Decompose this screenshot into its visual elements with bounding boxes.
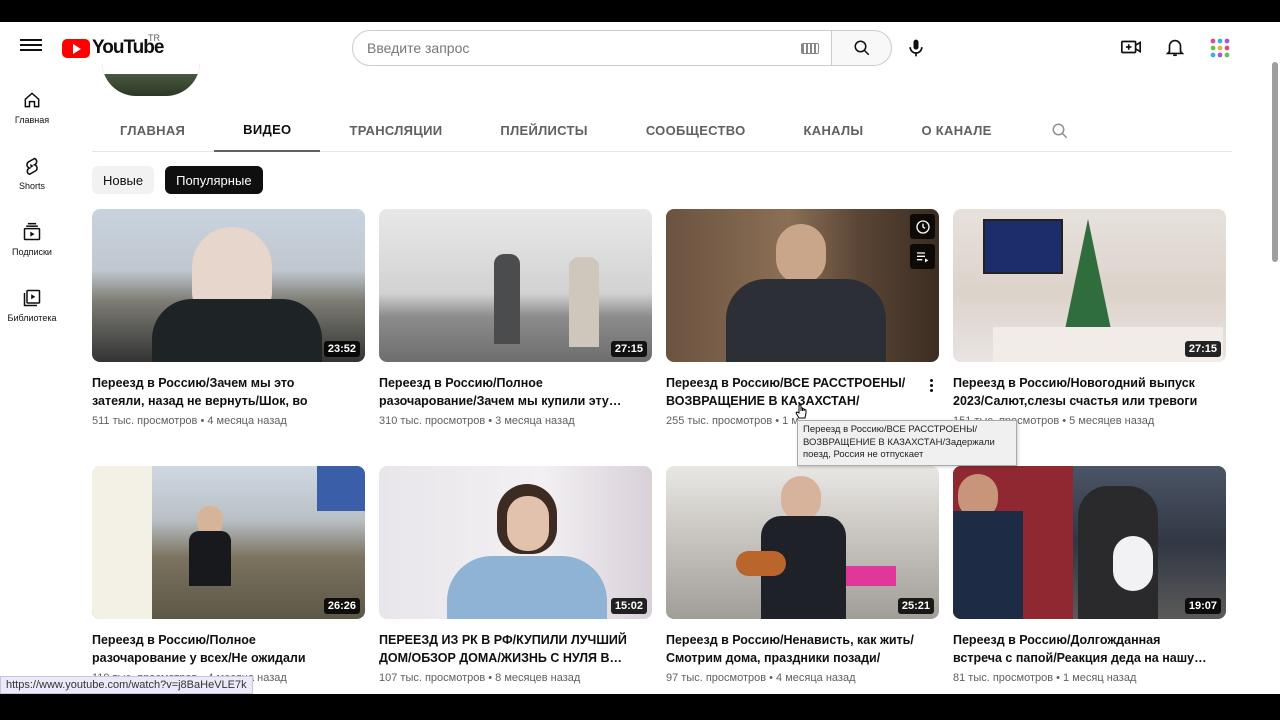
channel-search-icon[interactable]	[1051, 122, 1069, 140]
header-actions	[1120, 36, 1232, 60]
video-duration: 27:15	[1184, 341, 1221, 357]
sidebar-item-subscriptions[interactable]: Подписки	[0, 206, 64, 272]
video-card[interactable]: Переезд в Россию/ВСЕ РАССТРОЕНЫ/ ВОЗВРАЩ…	[666, 209, 939, 427]
video-meta: 310 тыс. просмотров • 3 месяца назад	[379, 415, 575, 427]
shorts-icon	[26, 157, 38, 175]
video-duration: 26:26	[323, 598, 360, 614]
video-thumbnail[interactable]: 19:07	[953, 466, 1226, 619]
sidebar-item-label: Главная	[14, 114, 50, 125]
subscriptions-icon	[23, 222, 41, 240]
video-card[interactable]: 27:15 Переезд в Россию/Полное разочарова…	[379, 209, 652, 427]
video-card[interactable]: 26:26 Переезд в Россию/Полное разочарова…	[92, 466, 365, 684]
chip-newest[interactable]: Новые	[92, 166, 155, 194]
video-duration: 15:02	[610, 598, 647, 614]
video-card[interactable]: 23:52 Переезд в Россию/Зачем мы это зате…	[92, 209, 365, 427]
video-title[interactable]: Переезд в Россию/Ненависть, как жить/ См…	[666, 631, 924, 667]
channel-tabs: ГЛАВНАЯ ВИДЕО ТРАНСЛЯЦИИ ПЛЕЙЛИСТЫ СООБЩ…	[92, 110, 1232, 152]
video-thumbnail[interactable]	[666, 209, 939, 362]
youtube-logo[interactable]: YouTube TR	[62, 33, 164, 59]
notifications-bell-icon[interactable]	[1164, 36, 1186, 58]
video-card[interactable]: 25:21 Переезд в Россию/Ненависть, как жи…	[666, 466, 939, 684]
video-title[interactable]: ПЕРЕЕЗД ИЗ РК В РФ/КУПИЛИ ЛУЧШИЙ ДОМ/ОБЗ…	[379, 631, 637, 667]
video-card[interactable]: 19:07 Переезд в Россию/Долгожданная встр…	[953, 466, 1226, 684]
sidebar-item-label: Shorts	[18, 180, 45, 191]
video-thumbnail[interactable]: 27:15	[953, 209, 1226, 362]
sort-chips: Новые Популярные	[92, 166, 263, 194]
create-video-icon[interactable]	[1120, 36, 1142, 58]
mini-guide: Главная Shorts Подписки Библиотека	[0, 74, 64, 338]
more-actions-icon[interactable]	[930, 377, 934, 394]
video-title[interactable]: Переезд в Россию/Полное разочарование/За…	[379, 374, 637, 410]
video-thumbnail[interactable]: 23:52	[92, 209, 365, 362]
chip-popular[interactable]: Популярные	[165, 166, 263, 194]
tab-live[interactable]: ТРАНСЛЯЦИИ	[320, 110, 471, 152]
video-meta: 97 тыс. просмотров • 4 месяца назад	[666, 672, 856, 684]
video-thumbnail[interactable]: 25:21	[666, 466, 939, 619]
video-meta: 107 тыс. просмотров • 8 месяцев назад	[379, 672, 581, 684]
video-title[interactable]: Переезд в Россию/Долгожданная встреча с …	[953, 631, 1211, 667]
video-duration: 23:52	[323, 341, 360, 357]
search-box	[352, 30, 832, 66]
microphone-icon	[909, 39, 923, 57]
channel-avatar[interactable]	[102, 62, 200, 96]
library-icon	[23, 289, 41, 306]
tab-home[interactable]: ГЛАВНАЯ	[92, 110, 214, 152]
tab-about[interactable]: О КАНАЛЕ	[892, 110, 1020, 152]
video-thumbnail[interactable]: 27:15	[379, 209, 652, 362]
keyboard-icon[interactable]	[801, 42, 819, 54]
sidebar-item-label: Подписки	[12, 246, 52, 257]
video-title[interactable]: Переезд в Россию/Зачем мы это затеяли, н…	[92, 374, 350, 410]
account-avatar-icon[interactable]	[1208, 36, 1232, 60]
search-button[interactable]	[832, 30, 892, 66]
sidebar-item-label: Библиотека	[7, 312, 57, 323]
tab-channels[interactable]: КАНАЛЫ	[775, 110, 893, 152]
video-duration: 27:15	[610, 341, 647, 357]
browser-viewport: YouTube TR Главна	[0, 22, 1280, 694]
link-status-url: https://www.youtube.com/watch?v=j8BaHeVL…	[0, 676, 253, 694]
tab-playlists[interactable]: ПЛЕЙЛИСТЫ	[471, 110, 616, 152]
title-tooltip: Переезд в Россию/ВСЕ РАССТРОЕНЫ/ ВОЗВРАЩ…	[797, 420, 1017, 466]
play-logo-icon	[62, 38, 90, 58]
watch-later-icon[interactable]	[910, 214, 935, 239]
tab-community[interactable]: СООБЩЕСТВО	[617, 110, 775, 152]
search-input[interactable]	[367, 40, 801, 56]
sidebar-item-library[interactable]: Библиотека	[0, 272, 64, 338]
sidebar-item-home[interactable]: Главная	[0, 74, 64, 140]
video-card[interactable]: 15:02 ПЕРЕЕЗД ИЗ РК В РФ/КУПИЛИ ЛУЧШИЙ Д…	[379, 466, 652, 684]
video-thumbnail[interactable]: 26:26	[92, 466, 365, 619]
video-meta: 511 тыс. просмотров • 4 месяца назад	[92, 415, 287, 427]
thumbnail-hover-actions	[910, 214, 935, 269]
mouse-pointer-icon	[795, 404, 807, 419]
search-icon	[854, 40, 869, 56]
sidebar-item-shorts[interactable]: Shorts	[0, 140, 64, 206]
video-duration: 19:07	[1184, 598, 1221, 614]
voice-search-button[interactable]	[906, 38, 926, 63]
scrollbar-thumb[interactable]	[1272, 62, 1278, 262]
add-to-queue-icon[interactable]	[910, 244, 935, 269]
home-icon	[24, 91, 40, 107]
search-bar	[352, 30, 892, 66]
video-duration: 25:21	[897, 598, 934, 614]
menu-icon[interactable]	[20, 36, 42, 58]
video-title[interactable]: Переезд в Россию/Новогодний выпуск 2023/…	[953, 374, 1211, 410]
video-card[interactable]: 27:15 Переезд в Россию/Новогодний выпуск…	[953, 209, 1226, 427]
video-title[interactable]: Переезд в Россию/Полное разочарование у …	[92, 631, 350, 667]
video-thumbnail[interactable]: 15:02	[379, 466, 652, 619]
tab-videos[interactable]: ВИДЕО	[214, 110, 321, 152]
video-meta: 81 тыс. просмотров • 1 месяц назад	[953, 672, 1137, 684]
region-code: TR	[148, 33, 160, 43]
